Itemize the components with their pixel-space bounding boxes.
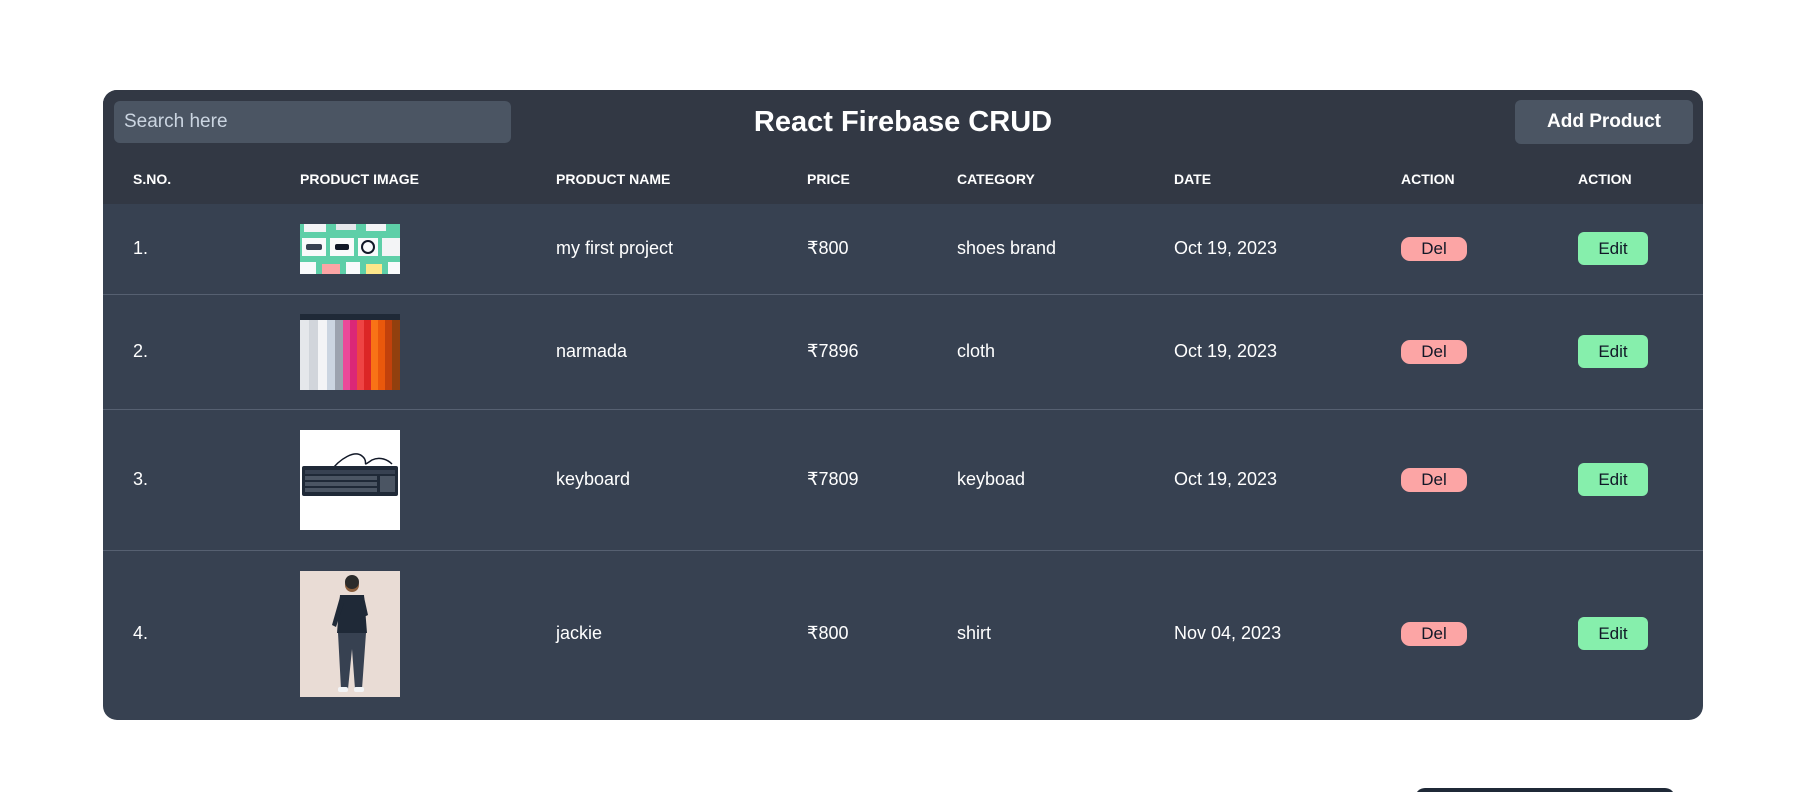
edit-button[interactable]: Edit bbox=[1578, 617, 1648, 651]
table-row: 2. narmada ₹7896 cloth Oct 19, 2023 Del … bbox=[103, 294, 1703, 409]
product-image-cell bbox=[300, 294, 556, 409]
row-product-name: keyboard bbox=[556, 469, 631, 489]
delete-cell: Del bbox=[1401, 294, 1578, 409]
row-date: Oct 19, 2023 bbox=[1174, 341, 1278, 361]
row-date: Oct 19, 2023 bbox=[1174, 469, 1278, 489]
man-in-shirt-image bbox=[300, 570, 400, 697]
page: React Firebase CRUD Add Product S.NO. PR… bbox=[0, 0, 1803, 792]
row-category: cloth bbox=[957, 341, 996, 361]
row-date: Oct 19, 2023 bbox=[1174, 238, 1278, 259]
row-price: ₹800 bbox=[807, 623, 849, 644]
edit-button[interactable]: Edit bbox=[1578, 232, 1648, 266]
delete-cell: Del bbox=[1401, 204, 1578, 294]
row-product-name: narmada bbox=[556, 341, 628, 361]
row-product-name: my first project bbox=[556, 238, 674, 259]
column-header-date: DATE bbox=[1174, 171, 1212, 187]
column-header-name: PRODUCT NAME bbox=[556, 171, 671, 187]
row-sno: 1. bbox=[133, 238, 149, 259]
delete-button[interactable]: Del bbox=[1401, 621, 1467, 646]
row-price: ₹800 bbox=[807, 238, 849, 259]
column-header-category: CATEGORY bbox=[957, 171, 1035, 187]
column-header-price: PRICE bbox=[807, 171, 850, 187]
row-sno: 2. bbox=[133, 341, 149, 361]
edit-cell: Edit bbox=[1578, 204, 1703, 294]
search-input[interactable] bbox=[114, 101, 511, 143]
product-table: S.NO. PRODUCT IMAGE PRODUCT NAME PRICE C… bbox=[103, 154, 1703, 717]
column-header-sno: S.NO. bbox=[133, 171, 172, 187]
delete-cell: Del bbox=[1401, 409, 1578, 550]
row-category: keyboad bbox=[957, 469, 1026, 489]
offscreen-element-edge bbox=[1415, 788, 1675, 792]
row-date: Nov 04, 2023 bbox=[1174, 623, 1282, 644]
column-header-action-delete: ACTION bbox=[1401, 171, 1455, 187]
row-sno: 4. bbox=[133, 623, 149, 644]
clothes-rack-image bbox=[300, 313, 400, 390]
edit-cell: Edit bbox=[1578, 294, 1703, 409]
product-image-cell bbox=[300, 550, 556, 717]
keyboard-image bbox=[300, 429, 400, 530]
edit-button[interactable]: Edit bbox=[1578, 463, 1648, 496]
product-image-cell bbox=[300, 409, 556, 550]
delete-button[interactable]: Del bbox=[1401, 339, 1467, 364]
row-price: ₹7896 bbox=[807, 341, 859, 361]
shoes-collage-image bbox=[300, 223, 400, 274]
row-category: shoes brand bbox=[957, 238, 1057, 259]
edit-cell: Edit bbox=[1578, 409, 1703, 550]
product-table-card: React Firebase CRUD Add Product S.NO. PR… bbox=[103, 90, 1703, 720]
row-sno: 3. bbox=[133, 469, 149, 489]
row-category: shirt bbox=[957, 623, 992, 644]
row-product-name: jackie bbox=[556, 623, 603, 644]
row-price: ₹7809 bbox=[807, 469, 859, 489]
table-row: 3. keyboard ₹7809 keyboad Oct 19, 2023 D… bbox=[103, 409, 1703, 550]
table-header-row: S.NO. PRODUCT IMAGE PRODUCT NAME PRICE C… bbox=[103, 154, 1703, 204]
table-row: 4. jackie ₹800 shirt Nov 04, 2023 Del Ed… bbox=[103, 550, 1703, 717]
add-product-button[interactable]: Add Product bbox=[1515, 100, 1693, 144]
delete-button[interactable]: Del bbox=[1401, 236, 1467, 261]
edit-button[interactable]: Edit bbox=[1578, 335, 1648, 368]
delete-button[interactable]: Del bbox=[1401, 467, 1467, 492]
edit-cell: Edit bbox=[1578, 550, 1703, 717]
delete-cell: Del bbox=[1401, 550, 1578, 717]
column-header-action-edit: ACTION bbox=[1578, 171, 1632, 187]
column-header-image: PRODUCT IMAGE bbox=[300, 171, 419, 187]
product-image-cell bbox=[300, 204, 556, 294]
table-toolbar: React Firebase CRUD Add Product bbox=[103, 90, 1703, 154]
table-row: 1. my first project ₹800 shoes brand Oct… bbox=[103, 204, 1703, 294]
